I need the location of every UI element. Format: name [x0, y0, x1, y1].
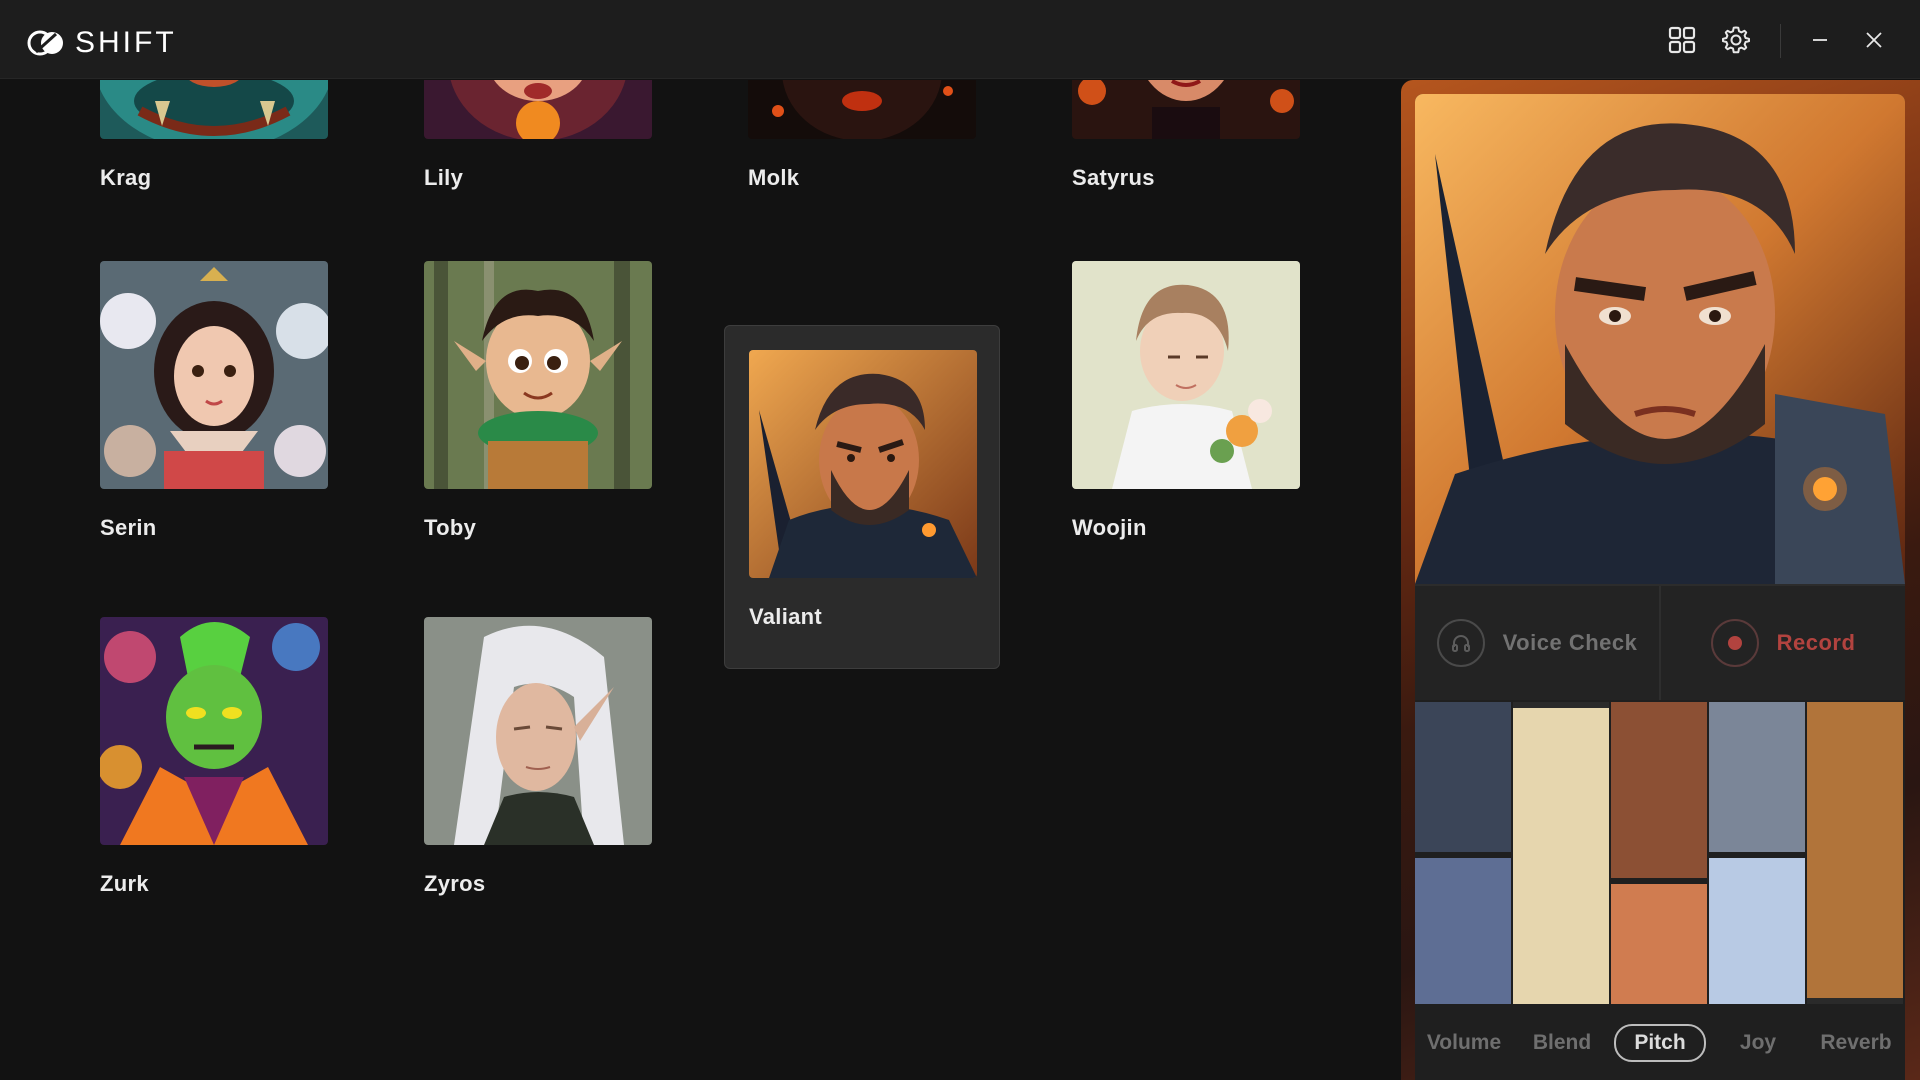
character-portrait-krag — [100, 80, 328, 139]
voice-param-bars — [1415, 702, 1905, 1004]
character-card-serin[interactable]: Serin — [76, 237, 352, 581]
record-button[interactable]: Record — [1659, 586, 1905, 700]
character-portrait-satyrus — [1072, 80, 1300, 139]
gear-icon — [1722, 26, 1750, 54]
headphones-icon — [1436, 619, 1485, 667]
tab-blend[interactable]: Blend — [1513, 1031, 1611, 1055]
tab-pitch[interactable]: Pitch — [1611, 1024, 1709, 1062]
character-portrait-woojin — [1072, 261, 1300, 489]
character-portrait-molk — [748, 80, 976, 139]
character-card-toby[interactable]: Toby — [400, 237, 676, 581]
tab-pitch-label: Pitch — [1614, 1024, 1706, 1062]
settings-button[interactable] — [1716, 20, 1756, 60]
character-name: Zurk — [100, 871, 149, 896]
character-name: Krag — [100, 165, 152, 190]
character-name: Valiant — [749, 604, 823, 629]
joy-slider[interactable] — [1709, 702, 1805, 1004]
grid-icon — [1668, 26, 1696, 54]
character-portrait-serin — [100, 261, 328, 489]
title-bar: SHIFT — [0, 0, 1920, 79]
character-card-zurk[interactable]: Zurk — [76, 593, 352, 937]
character-card-woojin[interactable]: Woojin — [1048, 237, 1324, 581]
character-card-krag[interactable]: Krag — [76, 80, 352, 231]
character-name: Lily — [424, 165, 464, 190]
voice-check-label: Voice Check — [1502, 630, 1638, 655]
app-title: SHIFT — [75, 26, 177, 59]
character-name: Serin — [100, 515, 157, 540]
selected-character-portrait — [1415, 94, 1905, 584]
blend-slider[interactable] — [1513, 702, 1609, 1004]
tab-reverb[interactable]: Reverb — [1807, 1031, 1905, 1055]
character-portrait-zyros — [424, 617, 652, 845]
character-name: Toby — [424, 515, 477, 540]
character-card-valiant[interactable]: Valiant — [724, 325, 1000, 669]
character-card-molk[interactable]: Molk — [724, 80, 1000, 231]
character-name: Satyrus — [1072, 165, 1155, 190]
minimize-icon — [1813, 39, 1827, 41]
close-button[interactable] — [1854, 20, 1894, 60]
voice-actions: Voice Check Record — [1415, 584, 1905, 700]
character-portrait-zurk — [100, 617, 328, 845]
voice-check-button[interactable]: Voice Check — [1415, 586, 1659, 700]
character-portrait-toby — [424, 261, 652, 489]
shift-logo-icon — [27, 30, 63, 56]
record-icon — [1710, 619, 1759, 667]
character-name: Zyros — [424, 871, 486, 896]
app-logo: SHIFT — [27, 26, 177, 60]
grid-view-button[interactable] — [1662, 20, 1702, 60]
character-portrait-valiant — [749, 350, 977, 578]
pitch-slider[interactable] — [1611, 702, 1707, 1004]
character-card-lily[interactable]: Lily — [400, 80, 676, 231]
volume-slider[interactable] — [1415, 702, 1511, 1004]
character-name: Woojin — [1072, 515, 1147, 540]
character-name: Molk — [748, 165, 800, 190]
character-detail-panel: Voice Check Record Volume Blend Pitch Jo… — [1401, 80, 1920, 1080]
tab-joy[interactable]: Joy — [1709, 1031, 1807, 1055]
titlebar-divider — [1780, 24, 1781, 58]
record-label: Record — [1776, 630, 1856, 655]
character-grid: Krag Lily Molk Satyrus Serin Toby Valian… — [0, 80, 1400, 1080]
reverb-slider[interactable] — [1807, 702, 1903, 1004]
character-card-zyros[interactable]: Zyros — [400, 593, 676, 937]
minimize-button[interactable] — [1800, 20, 1840, 60]
panel-content: Voice Check Record Volume Blend Pitch Jo… — [1415, 94, 1905, 1080]
app-window: SHIFT Krag Lily Molk Satyrus Serin Toby … — [0, 0, 1920, 1080]
character-card-satyrus[interactable]: Satyrus — [1048, 80, 1324, 231]
tab-volume[interactable]: Volume — [1415, 1031, 1513, 1055]
close-icon — [1866, 32, 1882, 48]
character-portrait-lily — [424, 80, 652, 139]
voice-param-tabs: Volume Blend Pitch Joy Reverb — [1415, 1006, 1905, 1080]
